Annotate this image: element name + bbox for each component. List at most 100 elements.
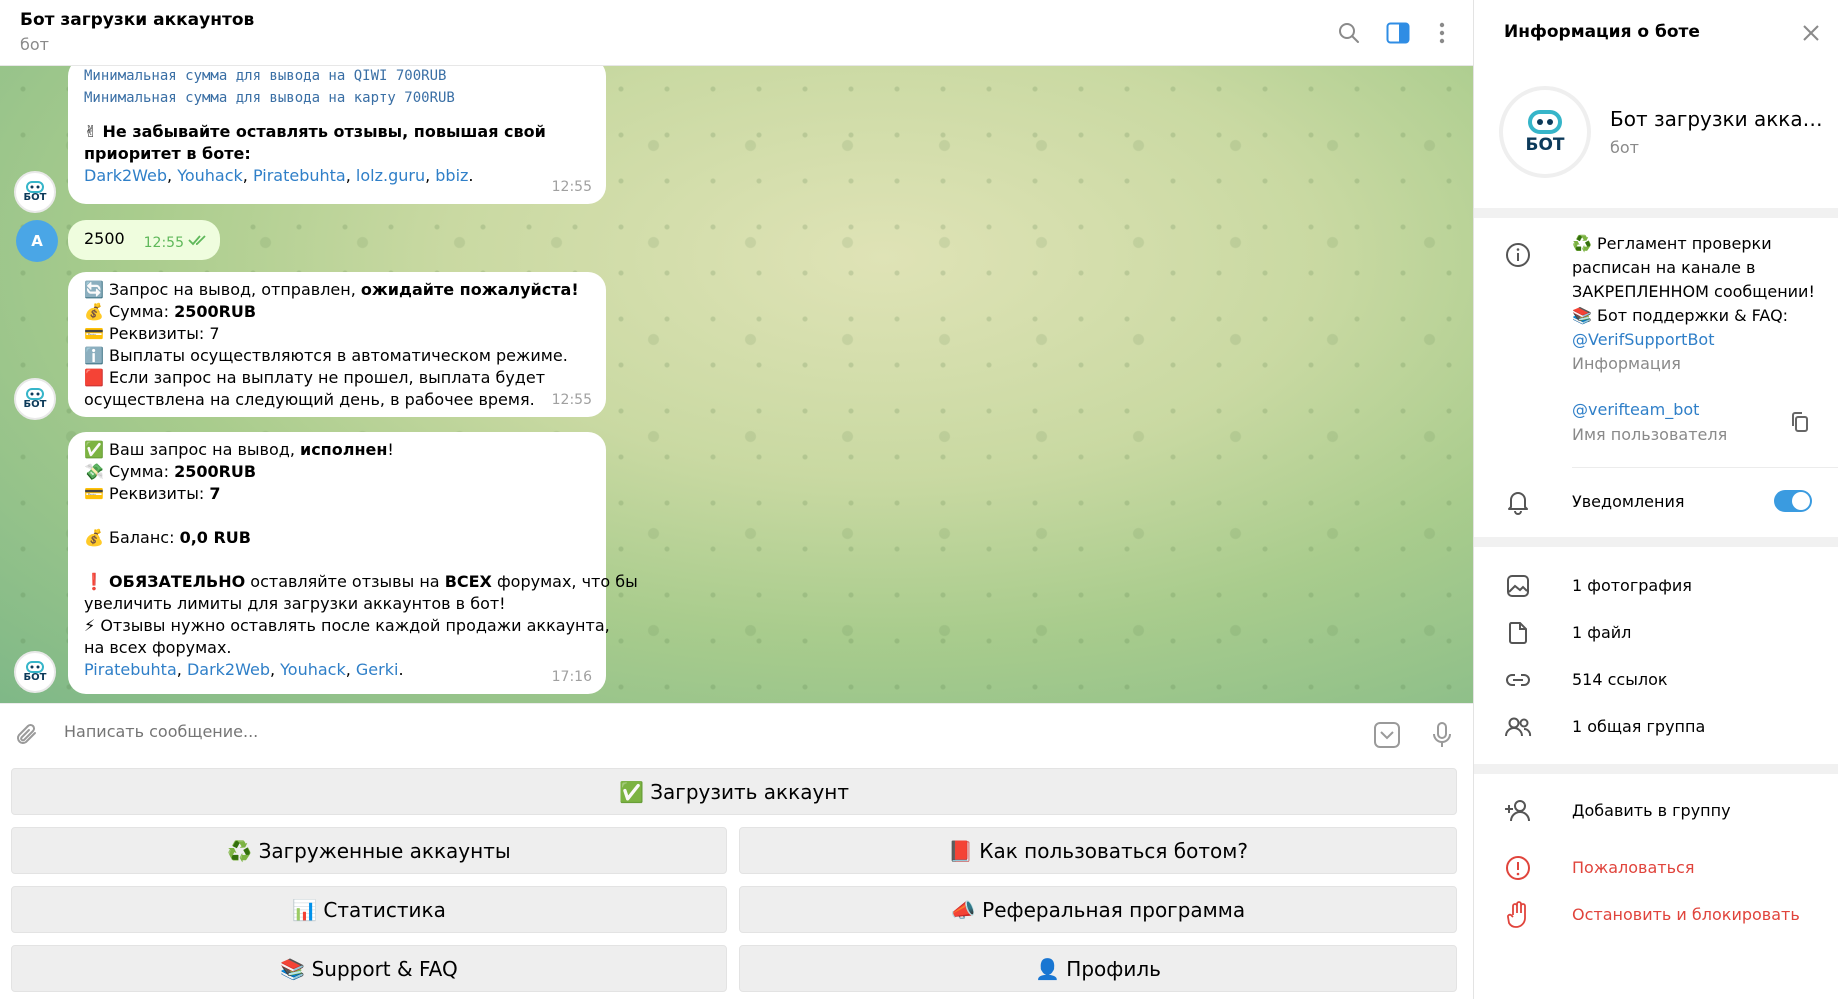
avatar-label: БОТ: [1525, 135, 1565, 155]
message-text: форумах, что бы: [491, 572, 638, 591]
bot-info-panel: Информация о боте БОТ Бот загрузки аккау…: [1473, 0, 1838, 999]
bot-description: ♻️ Регламент проверки расписан на канале…: [1572, 234, 1815, 349]
add-user-icon[interactable]: [1504, 797, 1532, 825]
common-groups-count[interactable]: 1 общая группа: [1572, 715, 1705, 739]
panel-title: Информация о боте: [1504, 22, 1700, 42]
links-count[interactable]: 514 ссылок: [1572, 668, 1668, 692]
bot-type: бот: [1610, 138, 1639, 157]
forum-link[interactable]: bbiz: [435, 166, 468, 185]
message-bubble-bot[interactable]: 🔄 Запрос на вывод, отправлен, ожидайте п…: [68, 272, 606, 417]
row-divider: [1572, 467, 1838, 468]
chat-background: Минимальная сумма для вывода на QIWI 700…: [0, 66, 1473, 703]
message-text: 💳 Реквизиты: 7: [84, 324, 220, 343]
message-text: 💰 Баланс:: [84, 528, 180, 547]
message-bubble-user[interactable]: 2500 12:55: [68, 220, 220, 260]
message-text: 2500RUB: [174, 302, 257, 321]
message-text: оставляйте отзывы на: [245, 572, 445, 591]
message-time: 12:55: [143, 235, 184, 251]
section-divider: [1474, 537, 1838, 547]
bot-name: Бот загрузки аккаунтов: [1610, 107, 1825, 131]
profile-button[interactable]: 👤 Профиль: [739, 945, 1457, 992]
forum-link[interactable]: Piratebuhta: [84, 660, 177, 679]
message-text: ℹ️ Выплаты осуществляются в автоматическ…: [84, 346, 568, 365]
message-text: ⚡ Отзывы нужно оставлять после каждой пр…: [84, 616, 610, 635]
message-text: исполнен: [299, 440, 388, 459]
message-text: 🟥 Если запрос на выплату не прошел, выпл…: [84, 368, 546, 387]
username-label: Имя пользователя: [1572, 425, 1728, 444]
message-bubble-bot[interactable]: Минимальная сумма для вывода на QIWI 700…: [68, 66, 606, 204]
message-text: 💰 Сумма:: [84, 302, 175, 321]
attach-icon[interactable]: [12, 719, 44, 751]
notifications-toggle[interactable]: [1774, 490, 1812, 512]
forum-link[interactable]: lolz.guru: [356, 166, 425, 185]
info-icon: [1504, 241, 1532, 269]
forum-link[interactable]: Piratebuhta: [253, 166, 346, 185]
upload-account-button[interactable]: ✅ Загрузить аккаунт: [11, 768, 1457, 815]
message-text: 2500RUB: [174, 462, 257, 481]
files-count[interactable]: 1 файл: [1572, 621, 1631, 645]
message-text: 💳 Реквизиты:: [84, 484, 210, 503]
referral-program-button[interactable]: 📣 Реферальная программа: [739, 886, 1457, 933]
section-divider: [1474, 764, 1838, 774]
message-text: !: [387, 440, 394, 459]
file-icon[interactable]: [1504, 619, 1532, 647]
message-bubble-bot[interactable]: ✅ Ваш запрос на вывод, исполнен! 💸 Сумма…: [68, 432, 638, 694]
copy-icon[interactable]: [1786, 408, 1814, 436]
photo-icon[interactable]: [1504, 572, 1532, 600]
message-text: 💸 Сумма:: [84, 462, 175, 481]
statistics-button[interactable]: 📊 Статистика: [11, 886, 727, 933]
chat-title[interactable]: Бот загрузки аккаунтов: [20, 10, 254, 30]
report-icon[interactable]: [1504, 854, 1532, 882]
how-to-use-button[interactable]: 📕 Как пользоваться ботом?: [739, 827, 1457, 874]
message-text: на всех форумах.: [84, 638, 232, 657]
notifications-label: Уведомления: [1572, 492, 1685, 511]
message-text: ОБЯЗАТЕЛЬНО: [109, 572, 246, 591]
forum-link[interactable]: Dark2Web: [187, 660, 270, 679]
more-menu-icon[interactable]: [1427, 18, 1457, 48]
message-text: осуществлена на следующий день, в рабоче…: [84, 390, 535, 409]
double-check-icon: [188, 230, 210, 252]
report-button[interactable]: Пожаловаться: [1572, 856, 1694, 880]
message-text: 0,0 RUB: [179, 528, 251, 547]
link-icon[interactable]: [1504, 666, 1532, 694]
forum-link[interactable]: Dark2Web: [84, 166, 167, 185]
message-text: приоритет в боте:: [84, 144, 251, 163]
message-text: увеличить лимиты для загрузки аккаунтов …: [84, 594, 506, 613]
message-text: Не забывайте оставлять отзывы, повышая с…: [102, 122, 546, 141]
close-icon[interactable]: [1796, 18, 1826, 48]
bot-profile-avatar[interactable]: БОТ: [1499, 86, 1591, 178]
support-faq-button[interactable]: 📚 Support & FAQ: [11, 945, 727, 992]
message-time: 12:55: [551, 392, 592, 408]
bot-keyboard-icon[interactable]: [1371, 719, 1403, 751]
user-avatar[interactable]: A: [16, 220, 58, 262]
bell-icon: [1504, 488, 1532, 516]
message-text: ✅ Ваш запрос на вывод,: [84, 440, 300, 459]
message-text: 7: [209, 484, 221, 503]
bot-avatar[interactable]: БОТ: [14, 378, 56, 420]
forum-link[interactable]: Gerki: [356, 660, 399, 679]
hand-stop-icon[interactable]: [1504, 901, 1532, 929]
bot-avatar[interactable]: БОТ: [14, 171, 56, 213]
message-text: 🔄 Запрос на вывод, отправлен,: [84, 280, 361, 299]
photos-count[interactable]: 1 фотография: [1572, 574, 1692, 598]
block-button[interactable]: Остановить и блокировать: [1572, 903, 1800, 927]
message-composer: [0, 703, 1473, 763]
search-icon[interactable]: [1334, 18, 1364, 48]
add-to-group-button[interactable]: Добавить в группу: [1572, 799, 1731, 823]
info-label: Информация: [1572, 354, 1681, 373]
chat-subtitle: бот: [20, 35, 49, 54]
message-text: Минимальная сумма для вывода на QIWI 700…: [84, 68, 447, 84]
forum-link[interactable]: Youhack: [280, 660, 346, 679]
message-text: ожидайте пожалуйста!: [360, 280, 579, 299]
chat-column: Бот загрузки аккаунтов бот Минимальная с…: [0, 0, 1473, 999]
support-bot-link[interactable]: @VerifSupportBot: [1572, 330, 1715, 349]
microphone-icon[interactable]: [1426, 719, 1458, 751]
forum-link[interactable]: Youhack: [177, 166, 243, 185]
uploaded-accounts-button[interactable]: ♻️ Загруженные аккаунты: [11, 827, 727, 874]
exclamation-emoji-icon: ❗: [84, 572, 104, 591]
sidebar-toggle-icon[interactable]: [1383, 18, 1413, 48]
bot-avatar[interactable]: БОТ: [14, 651, 56, 693]
group-icon[interactable]: [1504, 713, 1532, 741]
message-input[interactable]: [64, 722, 1364, 741]
username-link[interactable]: @verifteam_bot: [1572, 400, 1699, 419]
